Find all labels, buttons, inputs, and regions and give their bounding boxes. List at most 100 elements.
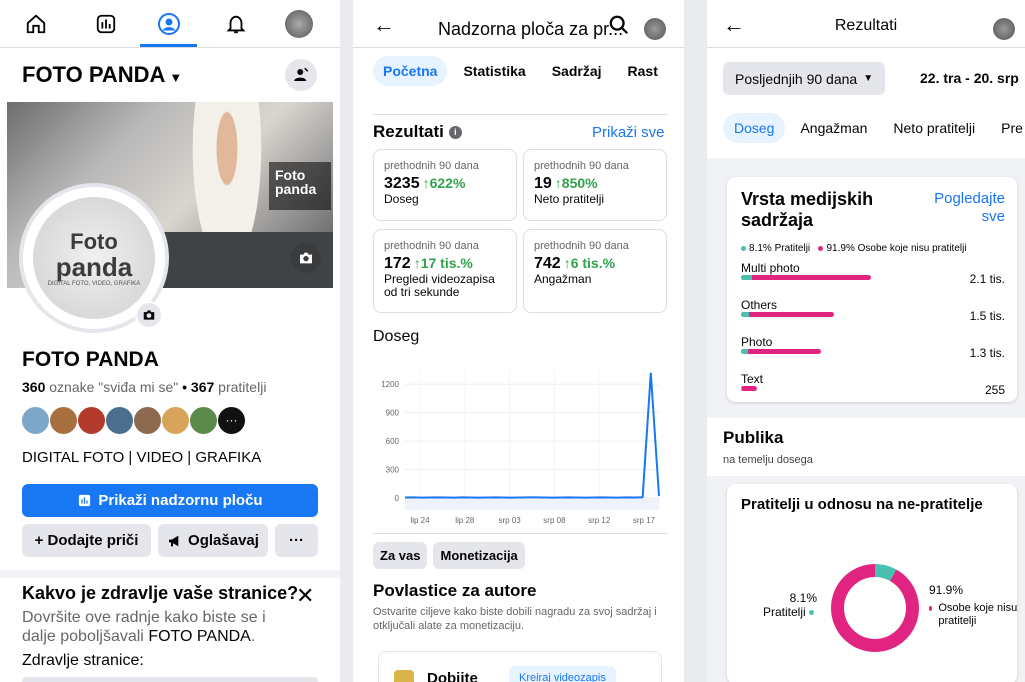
close-icon[interactable]: ✕ — [296, 583, 314, 609]
media-row-value: 255 — [984, 383, 1005, 397]
perks-description: Ostvarite ciljeve kako biste dobili nagr… — [373, 606, 657, 632]
more-options-button[interactable]: ··· — [275, 524, 318, 557]
avatar — [50, 407, 77, 434]
dashboard-button[interactable]: Prikaži nadzornu ploču — [22, 484, 318, 517]
media-row-bar — [741, 275, 871, 280]
tab-statistics[interactable]: Statistika — [453, 56, 535, 86]
tab-net-followers[interactable]: Neto pratitelji — [882, 113, 986, 143]
add-story-button[interactable]: + Dodajte priči — [22, 524, 151, 557]
health-bar — [22, 677, 318, 682]
tab-home[interactable]: Početna — [373, 56, 448, 86]
account-avatar[interactable] — [285, 10, 313, 38]
reach-chart-svg: 0 300 600 900 1200 lip 24 lip 28 srp 03 srp 08 sr… — [381, 370, 660, 525]
switch-profile-button[interactable] — [285, 59, 317, 91]
avatar — [106, 407, 133, 434]
trophy-icon — [394, 670, 414, 682]
chart-y-tick-label: 300 — [386, 466, 400, 475]
bell-icon[interactable] — [222, 10, 250, 38]
camera-icon — [143, 310, 155, 320]
reach-chart: 0 300 600 900 1200 lip 24 lip 28 srp 03 srp 08 sr… — [373, 360, 673, 525]
top-navigation — [0, 0, 340, 48]
avatar — [190, 407, 217, 434]
avatar — [78, 407, 105, 434]
dashboard-panel: ← Nadzorna ploča za pr... Početna Statis… — [353, 0, 684, 682]
pink-dot-icon — [929, 606, 933, 611]
dashboard-title: Nadzorna ploča za pr... — [438, 19, 624, 39]
page-switcher[interactable]: FOTO PANDA ▼ — [22, 62, 182, 88]
media-row: Photo 1.3 tis. — [741, 335, 1005, 367]
perk-card-title: Dobijte — [427, 670, 478, 682]
followers-label: 8.1% Pratitelji — [762, 591, 817, 619]
teal-dot-icon — [741, 245, 746, 251]
chart-x-tick-label: lip 24 — [410, 516, 430, 525]
chart-x-tick-label: srp 03 — [498, 516, 521, 525]
health-description: Dovršite ove radnje kako biste se i dalj… — [22, 609, 266, 645]
date-range-dropdown[interactable]: Posljednjih 90 dana ▼ — [723, 62, 886, 95]
panda-logo: Foto panda DIGITAL FOTO, VIDEO, GRAFIKA — [33, 197, 155, 319]
advertise-button[interactable]: Oglašavaj — [158, 524, 268, 557]
metric-card-video-views[interactable]: prethodnih 90 dana 172 ↑17 tis.% Pregledi… — [373, 229, 517, 313]
section-divider — [0, 570, 340, 578]
health-title: Kakvo je zdravlje vaše stranice? — [22, 583, 299, 603]
caret-down-icon: ▼ — [863, 73, 874, 84]
pages-icon[interactable] — [92, 10, 120, 38]
media-row-value: 1.5 tis. — [969, 309, 1005, 323]
home-icon[interactable] — [22, 10, 50, 38]
search-icon[interactable] — [608, 14, 630, 41]
info-icon[interactable]: i — [448, 125, 462, 139]
media-row: Text 255 — [741, 372, 1005, 404]
active-tab-indicator — [140, 44, 197, 47]
caret-down-icon: ▼ — [169, 70, 183, 85]
perk-card[interactable]: Dobijte Kreiraj videozapis — [378, 651, 662, 682]
media-row-label: Text — [741, 372, 764, 386]
chip-monetization[interactable]: Monetizacija — [433, 542, 525, 569]
dashboard-header: ← Nadzorna ploča za pr... — [353, 0, 684, 48]
page-stats[interactable]: 360 oznake "sviđa mi se" • 367 pratitelj… — [22, 379, 266, 395]
cover-logo: Foto panda — [269, 162, 331, 210]
date-range-text: 22. tra - 20. srp — [920, 70, 1019, 86]
media-row: Others 1.5 tis. — [741, 298, 1005, 330]
media-row-bar — [741, 386, 757, 391]
chart-y-tick-label: 0 — [395, 494, 400, 503]
see-all-link[interactable]: Pogledajte sve — [915, 190, 1005, 226]
camera-icon — [300, 252, 312, 264]
page-name: FOTO PANDA — [22, 62, 166, 87]
audience-title: Publika — [723, 428, 784, 447]
profile-icon[interactable] — [155, 10, 183, 38]
person-switch-icon — [294, 67, 309, 81]
create-video-button[interactable]: Kreiraj videozapis — [509, 666, 616, 682]
page-category: DIGITAL FOTO | VIDEO | GRAFIKA — [22, 449, 262, 466]
metric-card-net-followers[interactable]: prethodnih 90 dana 19 ↑850% Neto pratitel… — [523, 149, 667, 221]
chart-series-line — [404, 372, 660, 499]
more-avatars-icon: ··· — [218, 407, 245, 434]
back-arrow-icon[interactable]: ← — [373, 12, 395, 38]
show-all-link[interactable]: Prikaži sve — [592, 124, 665, 141]
results-header: ← Rezultati — [707, 0, 1025, 48]
tab-monetization[interactable]: Mon — [674, 56, 685, 86]
tab-reach[interactable]: Doseg — [723, 113, 786, 143]
edit-profile-picture-button[interactable] — [135, 301, 163, 329]
results-panel: ← Rezultati Posljednjih 90 dana ▼ 22. tra… — [707, 0, 1025, 682]
results-header-title: Rezultati — [834, 17, 898, 34]
edit-cover-button[interactable] — [291, 243, 321, 273]
chip-for-you[interactable]: Za vas — [373, 542, 428, 569]
teal-dot-icon — [809, 610, 814, 616]
follower-avatars[interactable]: ··· — [22, 407, 246, 434]
media-legend: 8.1% Pratitelji 91.9% Osobe koje nisu pr… — [741, 243, 967, 254]
chart-x-tick-label: lip 28 — [455, 516, 475, 525]
account-avatar[interactable] — [644, 18, 666, 40]
dashboard-tabs: Početna Statistika Sadržaj Rast Mon — [373, 56, 684, 86]
chart-x-tick-label: srp 17 — [633, 516, 656, 525]
tab-more[interactable]: Pre — [990, 113, 1025, 143]
tab-growth[interactable]: Rast — [618, 56, 668, 86]
tab-content[interactable]: Sadržaj — [542, 56, 612, 86]
chart-y-tick-label: 900 — [386, 409, 400, 418]
media-row: Multi photo 2.1 tis. — [741, 261, 1005, 293]
metric-card-engagement[interactable]: prethodnih 90 dana 742 ↑6 tis.% Angažman — [523, 229, 667, 313]
media-row-bar — [741, 312, 834, 317]
account-avatar[interactable] — [993, 18, 1015, 40]
media-row-value: 1.3 tis. — [969, 346, 1005, 360]
tab-engagement[interactable]: Angažman — [789, 113, 878, 143]
dashboard-icon — [79, 494, 91, 507]
metric-card-reach[interactable]: prethodnih 90 dana 3235 ↑622% Doseg — [373, 149, 517, 221]
